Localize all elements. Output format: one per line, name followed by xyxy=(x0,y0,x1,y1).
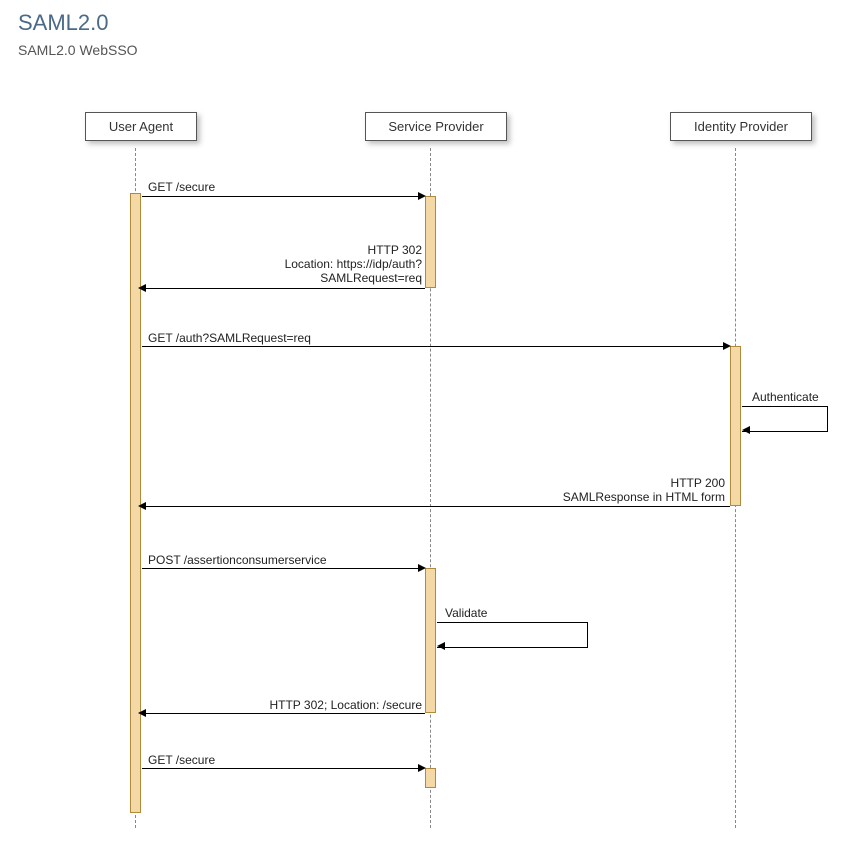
msg-3-arrow xyxy=(142,346,727,347)
msg-5-label: HTTP 200 SAMLResponse in HTML form xyxy=(555,476,725,504)
msg-1-arrowhead xyxy=(418,192,426,200)
activation-sp-3 xyxy=(425,768,436,788)
msg-4-selfbox xyxy=(742,406,828,432)
msg-8-arrow xyxy=(142,713,425,714)
msg-9-label: GET /secure xyxy=(148,753,215,767)
sequence-diagram: User Agent Service Provider Identity Pro… xyxy=(0,88,844,828)
msg-5-arrow xyxy=(142,506,730,507)
page-subtitle: SAML2.0 WebSSO xyxy=(18,42,138,58)
msg-7-arrowhead xyxy=(437,642,445,650)
msg-9-arrow xyxy=(142,768,422,769)
msg-9-arrowhead xyxy=(418,764,426,772)
msg-5-arrowhead xyxy=(138,502,146,510)
participant-identity-provider: Identity Provider xyxy=(670,112,812,141)
msg-4-label: Authenticate xyxy=(752,390,819,404)
activation-sp-2 xyxy=(425,568,436,713)
msg-3-label: GET /auth?SAMLRequest=req xyxy=(148,331,311,345)
msg-4-arrowhead xyxy=(742,426,750,434)
msg-7-label: Validate xyxy=(445,606,487,620)
msg-8-label: HTTP 302; Location: /secure xyxy=(250,698,422,712)
participant-user-agent: User Agent xyxy=(85,112,197,141)
msg-1-arrow xyxy=(142,196,422,197)
activation-idp xyxy=(730,346,741,506)
msg-3-arrowhead xyxy=(723,342,731,350)
msg-6-arrowhead xyxy=(418,564,426,572)
msg-7-selfbox xyxy=(437,622,588,648)
page-title: SAML2.0 xyxy=(18,10,109,36)
participant-service-provider: Service Provider xyxy=(365,112,507,141)
msg-2-arrow xyxy=(142,288,425,289)
msg-2-arrowhead xyxy=(138,284,146,292)
msg-8-arrowhead xyxy=(138,709,146,717)
msg-2-label: HTTP 302 Location: https://idp/auth? SAM… xyxy=(242,243,422,285)
msg-1-label: GET /secure xyxy=(148,180,215,194)
activation-sp-1 xyxy=(425,196,436,288)
msg-6-arrow xyxy=(142,568,422,569)
msg-6-label: POST /assertionconsumerservice xyxy=(148,553,327,567)
